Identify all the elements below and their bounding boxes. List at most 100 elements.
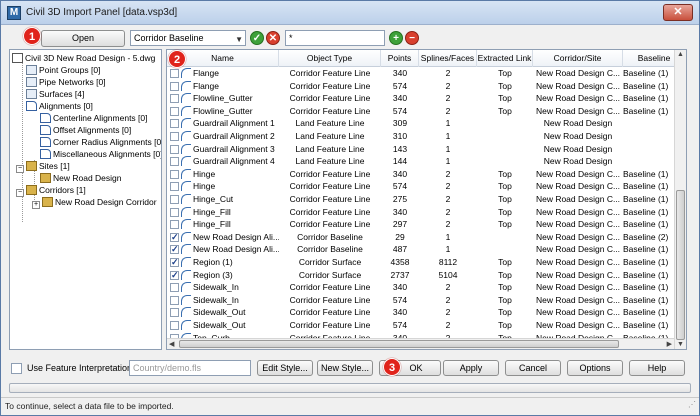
- cell-baseline: Baseline (1): [623, 80, 669, 91]
- table-row[interactable]: Flowline_Gutter Corridor Feature Line 340 2…: [167, 92, 674, 105]
- horizontal-scroll-thumb[interactable]: [179, 340, 619, 348]
- cell-name: Guardrail Alignment 2: [193, 131, 275, 141]
- filter-input[interactable]: *: [285, 30, 385, 46]
- table-row[interactable]: Sidewalk_In Corridor Feature Line 574 2 Top N…: [167, 294, 674, 307]
- table-row[interactable]: New Road Design Ali... Corridor Baseline 4…: [167, 243, 674, 256]
- row-checkbox[interactable]: [170, 207, 179, 217]
- horizontal-scrollbar[interactable]: ◀ ▶: [167, 338, 674, 349]
- scroll-left-icon[interactable]: ◀: [169, 340, 174, 348]
- tree-node-misc-alignments[interactable]: Miscellaneous Alignments [0]: [40, 148, 161, 160]
- row-checkbox[interactable]: [170, 321, 179, 330]
- cell-corridor-site: New Road Design C...: [535, 282, 621, 293]
- help-button[interactable]: Help: [629, 360, 685, 376]
- scroll-right-icon[interactable]: ▶: [667, 340, 672, 348]
- table-row[interactable]: Flange Corridor Feature Line 340 2 Top New Ro…: [167, 67, 674, 80]
- table-row[interactable]: Hinge_Cut Corridor Feature Line 275 2 Top New…: [167, 193, 674, 206]
- options-button[interactable]: Options: [567, 360, 623, 376]
- row-checkbox[interactable]: [170, 132, 179, 141]
- cancel-button[interactable]: Cancel: [505, 360, 561, 376]
- remove-icon[interactable]: −: [405, 31, 419, 45]
- scroll-up-icon[interactable]: ▲: [677, 51, 684, 58]
- tree-node-drawing[interactable]: Civil 3D New Road Design - 5.dwg: [12, 52, 155, 64]
- collapse-icon[interactable]: −: [16, 189, 24, 197]
- expand-icon[interactable]: +: [32, 201, 40, 209]
- table-row[interactable]: Flange Corridor Feature Line 574 2 Top New Ro…: [167, 80, 674, 93]
- row-checkbox[interactable]: [170, 295, 179, 305]
- column-header-object-type[interactable]: Object Type: [279, 50, 381, 67]
- collapse-icon[interactable]: −: [16, 165, 24, 173]
- tree-node-pipe-networks[interactable]: Pipe Networks [0]: [26, 76, 106, 88]
- row-checkbox[interactable]: [170, 169, 179, 179]
- table-row[interactable]: New Road Design Ali... Corridor Baseline 2…: [167, 231, 674, 243]
- accept-check-icon[interactable]: ✓: [250, 31, 264, 45]
- row-checkbox[interactable]: [170, 157, 179, 167]
- title-bar[interactable]: M Civil 3D Import Panel [data.vsp3d] ✕: [1, 1, 699, 25]
- cell-extracted-link: Top: [498, 269, 512, 280]
- tree-node-point-groups[interactable]: Point Groups [0]: [26, 64, 100, 76]
- table-row[interactable]: Hinge_Fill Corridor Feature Line 340 2 Top Ne…: [167, 206, 674, 219]
- table-row[interactable]: Guardrail Alignment 2 Land Feature Line 31…: [167, 130, 674, 143]
- close-button[interactable]: ✕: [663, 4, 693, 21]
- table-row[interactable]: Region (1) Corridor Surface 4358 8112 Top New…: [167, 256, 674, 269]
- row-checkbox[interactable]: [170, 106, 179, 116]
- row-checkbox[interactable]: [170, 269, 179, 281]
- cell-splines-faces: 2: [445, 282, 451, 293]
- tree-node-offset-alignments[interactable]: Offset Alignments [0]: [40, 124, 131, 136]
- table-row[interactable]: Hinge_Fill Corridor Feature Line 297 2 Top Ne…: [167, 218, 674, 231]
- table-row[interactable]: Flowline_Gutter Corridor Feature Line 574 2…: [167, 105, 674, 118]
- tree-node-sites[interactable]: − Sites [1]: [16, 160, 70, 173]
- cell-splines-faces: 1: [445, 118, 451, 129]
- row-checkbox[interactable]: [170, 231, 179, 243]
- import-progress-bar: [9, 383, 691, 393]
- vertical-scrollbar[interactable]: ▲ ▼: [674, 50, 686, 349]
- row-checkbox[interactable]: [170, 243, 179, 256]
- row-checkbox[interactable]: [170, 182, 179, 192]
- reject-x-icon[interactable]: ✕: [266, 31, 280, 45]
- table-row[interactable]: Sidewalk_In Corridor Feature Line 340 2 Top N…: [167, 281, 674, 294]
- tree-node-site-new-road-design[interactable]: New Road Design: [40, 172, 122, 184]
- new-style-button[interactable]: New Style...: [317, 360, 373, 376]
- row-checkbox[interactable]: [170, 195, 179, 204]
- add-icon[interactable]: +: [389, 31, 403, 45]
- table-row[interactable]: Guardrail Alignment 3 Land Feature Line 14…: [167, 143, 674, 156]
- open-button[interactable]: Open: [41, 30, 125, 47]
- row-checkbox[interactable]: [170, 256, 179, 269]
- use-feature-interpretation-checkbox[interactable]: [11, 363, 22, 374]
- cell-corridor-site: New Road Design C...: [535, 244, 621, 255]
- row-checkbox[interactable]: [170, 119, 179, 129]
- table-row[interactable]: Sidewalk_Out Corridor Feature Line 574 2 Top…: [167, 319, 674, 332]
- vertical-scroll-thumb[interactable]: [676, 190, 685, 340]
- table-row[interactable]: Hinge Corridor Feature Line 340 2 Top New Roa…: [167, 168, 674, 181]
- row-checkbox[interactable]: [170, 308, 179, 318]
- row-checkbox[interactable]: [170, 81, 179, 91]
- table-row[interactable]: Sidewalk_Out Corridor Feature Line 340 2 Top…: [167, 306, 674, 319]
- table-row[interactable]: Guardrail Alignment 4 Land Feature Line 14…: [167, 155, 674, 168]
- row-checkbox[interactable]: [170, 144, 179, 154]
- row-checkbox[interactable]: [170, 220, 179, 230]
- row-checkbox[interactable]: [170, 283, 179, 293]
- table-row[interactable]: Region (3) Corridor Surface 2737 5104 Top New…: [167, 269, 674, 281]
- row-checkbox[interactable]: [170, 94, 179, 104]
- resize-grip-icon[interactable]: ⋰: [688, 397, 696, 413]
- apply-button[interactable]: Apply: [443, 360, 499, 376]
- tree-node-corridors[interactable]: − Corridors [1]: [16, 184, 86, 197]
- cell-splines-faces: 2: [445, 93, 451, 104]
- scroll-down-icon[interactable]: ▼: [677, 341, 684, 348]
- column-header-splines-faces[interactable]: Splines/Faces: [419, 50, 477, 67]
- column-header-corridor-site[interactable]: Corridor/Site: [533, 50, 623, 67]
- tree-node-centerline-alignments[interactable]: Centerline Alignments [0]: [40, 112, 148, 124]
- tree-node-corner-radius-alignments[interactable]: Corner Radius Alignments [0]: [40, 136, 161, 148]
- objects-grid: Name Object Type Points Splines/Faces Ex…: [166, 49, 687, 350]
- table-row[interactable]: Hinge Corridor Feature Line 574 2 Top New Roa…: [167, 180, 674, 193]
- column-header-extracted-link[interactable]: Extracted Link: [477, 50, 533, 67]
- cell-corridor-site: New Road Design C...: [535, 80, 621, 91]
- row-checkbox[interactable]: [170, 69, 179, 78]
- edit-style-button[interactable]: Edit Style...: [257, 360, 313, 376]
- table-row[interactable]: Guardrail Alignment 1 Land Feature Line 30…: [167, 117, 674, 130]
- feature-file-input[interactable]: Country/demo.fls: [129, 360, 251, 376]
- tree-node-corridor-new-road-design[interactable]: + New Road Design Corridor: [32, 196, 157, 209]
- column-header-points[interactable]: Points: [381, 50, 419, 67]
- tree-node-alignments[interactable]: Alignments [0]: [26, 100, 93, 112]
- tree-node-surfaces[interactable]: Surfaces [4]: [26, 88, 84, 100]
- style-select[interactable]: Corridor Baseline ▼: [130, 30, 246, 46]
